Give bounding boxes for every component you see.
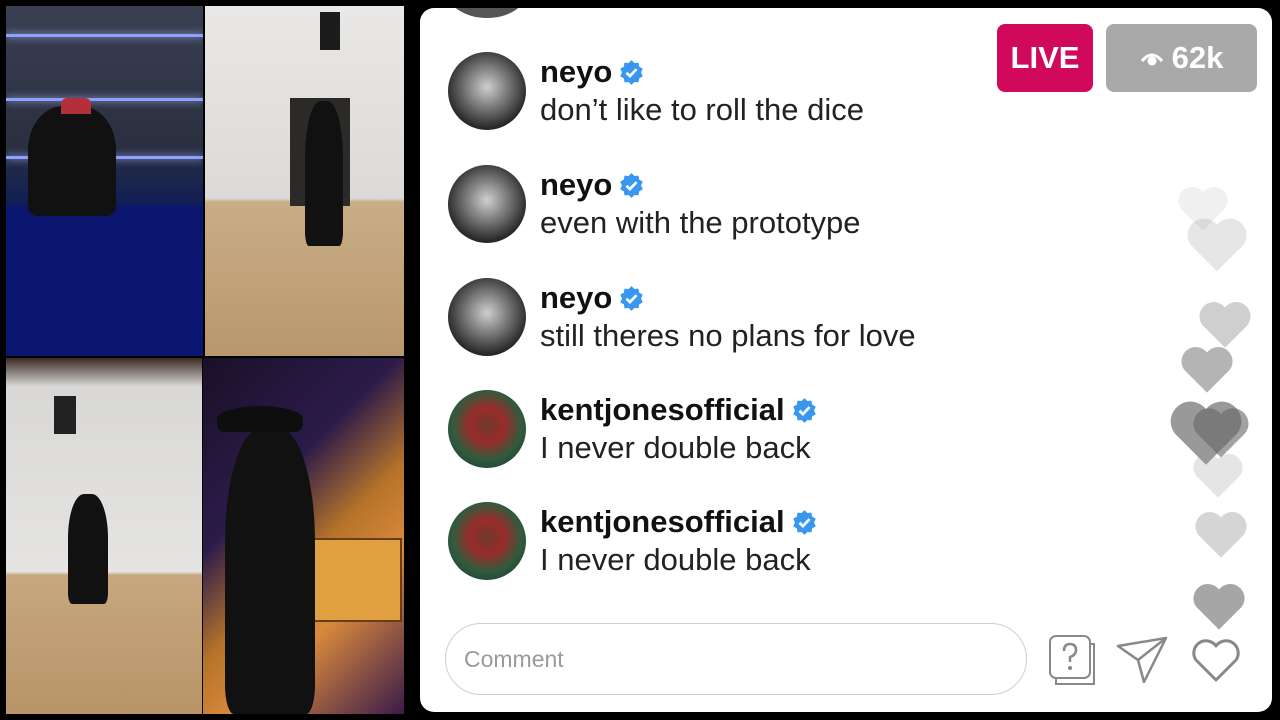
video-grid (6, 6, 404, 714)
heart-icon (1193, 584, 1245, 630)
verified-badge-icon (792, 509, 816, 535)
comment-item: neyo even with the prototype (448, 165, 1068, 245)
kent-avatar[interactable] (448, 390, 526, 468)
eye-icon (1140, 53, 1163, 66)
verified-badge-icon (620, 59, 644, 85)
neon-light (6, 34, 203, 37)
neyo-avatar[interactable] (448, 52, 526, 130)
comment-item: neyo don’t like to roll the dice (448, 52, 1068, 132)
dj-hat (61, 98, 91, 114)
mixing-console (308, 538, 402, 622)
video-tile-dj[interactable] (6, 6, 203, 356)
comment-input[interactable] (445, 623, 1027, 695)
dancer-person (305, 101, 343, 246)
heart-icon (1193, 453, 1243, 498)
speaker (320, 12, 340, 50)
comment-text: still theres no plans for love (540, 318, 916, 353)
neyo-avatar[interactable] (448, 278, 526, 356)
comment-text: I never double back (540, 430, 811, 465)
comment-text: don’t like to roll the dice (540, 92, 864, 127)
username-text: kentjonesofficial (540, 392, 785, 427)
neyo-avatar[interactable] (448, 165, 526, 243)
comment-username[interactable]: neyo (540, 280, 645, 316)
speaker (54, 396, 76, 434)
floating-hearts (1160, 178, 1270, 630)
dj-desk (6, 206, 203, 356)
chat-panel: LIVE 62k neyo don’t like to roll the dic… (420, 8, 1272, 712)
viewer-count: 62k (1171, 40, 1224, 75)
send-icon[interactable] (1114, 632, 1170, 688)
studio-person (225, 428, 315, 714)
comment-item: neyo still theres no plans for love (448, 278, 1068, 358)
heart-icon[interactable] (1188, 632, 1244, 688)
heart-icon (1195, 512, 1247, 558)
verified-badge-icon (792, 397, 816, 423)
heart-icon (1181, 347, 1233, 393)
comment-username[interactable]: neyo (540, 54, 645, 90)
cut-off-avatar (448, 8, 526, 18)
comment-text: I never double back (540, 542, 811, 577)
verified-badge-icon (620, 172, 644, 198)
comment-username[interactable]: neyo (540, 167, 645, 203)
hat (217, 406, 303, 432)
heart-icon (1187, 218, 1247, 272)
comment-username[interactable]: kentjonesofficial (540, 504, 818, 540)
kent-avatar[interactable] (448, 502, 526, 580)
question-box-icon[interactable] (1044, 632, 1100, 688)
username-text: neyo (540, 280, 613, 315)
username-text: kentjonesofficial (540, 504, 785, 539)
viewer-count-badge[interactable]: 62k (1106, 24, 1257, 92)
dancer-person (68, 494, 108, 604)
username-text: neyo (540, 54, 613, 89)
dj-person (28, 106, 116, 216)
username-text: neyo (540, 167, 613, 202)
verified-badge-icon (620, 285, 644, 311)
comment-item: kentjonesofficial I never double back (448, 390, 1068, 470)
comment-item: kentjonesofficial I never double back (448, 502, 1068, 582)
comment-username[interactable]: kentjonesofficial (540, 392, 818, 428)
video-tile-dancer-1[interactable] (205, 6, 404, 356)
video-tile-dancer-2[interactable] (6, 358, 202, 714)
video-tile-studio[interactable] (203, 358, 404, 714)
neon-light (6, 98, 203, 101)
comment-text: even with the prototype (540, 205, 861, 240)
